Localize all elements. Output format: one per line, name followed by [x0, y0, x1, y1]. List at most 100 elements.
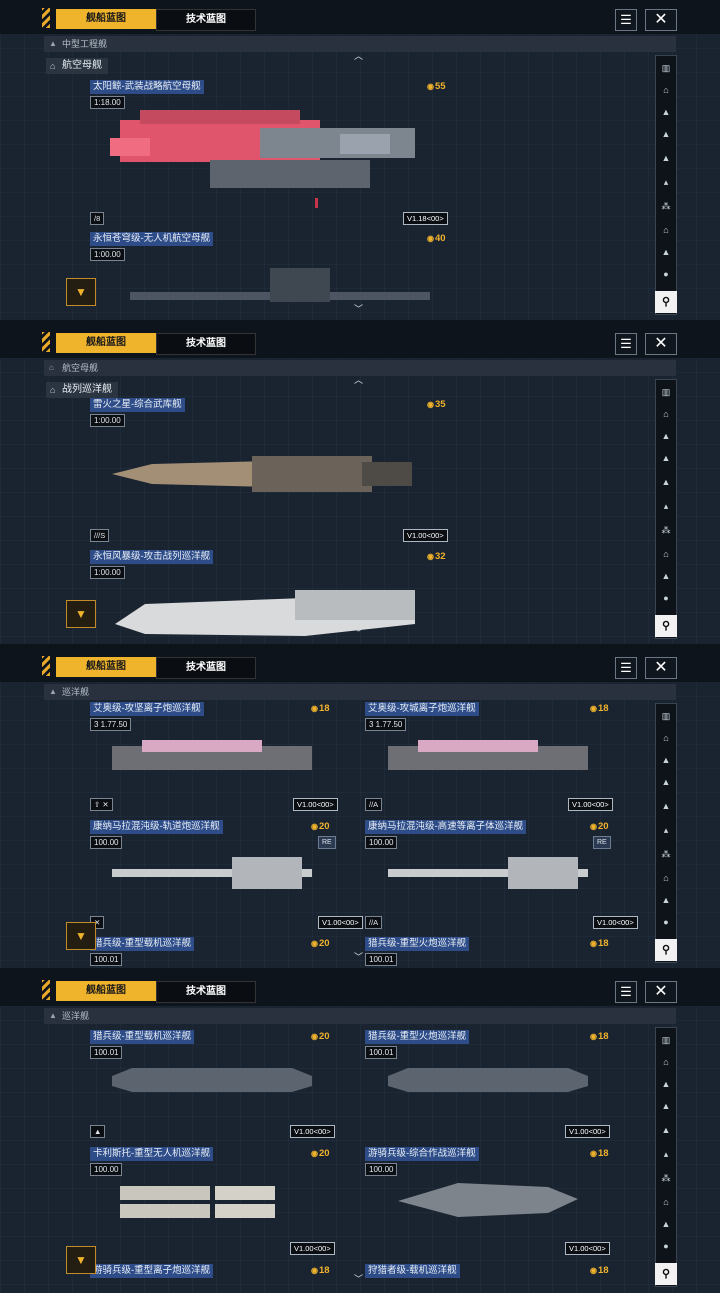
breadcrumb[interactable]: ▲ 巡洋舰: [44, 1008, 676, 1024]
ship-name[interactable]: 雷火之星-综合武库舰: [90, 398, 185, 412]
ship-image[interactable]: [112, 853, 312, 893]
sidebar-item-5[interactable]: ▲: [656, 148, 676, 168]
faction-filter-button[interactable]: ▼: [66, 1246, 96, 1274]
sidebar-item-7[interactable]: ⁂: [656, 844, 676, 864]
ship-name[interactable]: 康纳马拉混沌级-轨道炮巡洋舰: [90, 820, 223, 834]
sidebar-item-2[interactable]: ⌂: [656, 404, 676, 424]
tab-tech-blueprints[interactable]: 技术蓝图: [156, 981, 256, 1003]
ship-name[interactable]: 狩猎者级-载机巡洋舰: [365, 1264, 460, 1278]
ship-name[interactable]: 猎兵级-重型火炮巡洋舰: [365, 1030, 470, 1044]
ship-name[interactable]: 永恒苍穹级-无人机航空母舰: [90, 232, 214, 246]
ship-name[interactable]: 永恒风暴级-攻击战列巡洋舰: [90, 550, 214, 564]
ship-image[interactable]: [112, 736, 312, 780]
sidebar-item-2[interactable]: ⌂: [656, 80, 676, 100]
sidebar-item-4[interactable]: ▲: [656, 124, 676, 144]
sidebar-item-9[interactable]: ▲: [656, 566, 676, 586]
sidebar-item-1[interactable]: ▥: [656, 58, 676, 78]
list-button[interactable]: ☰: [615, 333, 637, 355]
ship-image[interactable]: [112, 1062, 312, 1096]
sidebar-item-7[interactable]: ⁂: [656, 196, 676, 216]
sidebar-item-7[interactable]: ⁂: [656, 1168, 676, 1188]
ship-name[interactable]: 猎兵级-重型载机巡洋舰: [90, 937, 195, 951]
scroll-down-icon[interactable]: ﹀: [354, 626, 363, 639]
sidebar-item-3[interactable]: ▲: [656, 102, 676, 122]
sidebar-item-9[interactable]: ▲: [656, 890, 676, 910]
tab-ship-blueprints[interactable]: 舰船蓝图: [56, 9, 156, 29]
sidebar-item-3[interactable]: ▲: [656, 426, 676, 446]
sidebar-item-5[interactable]: ▲: [656, 1120, 676, 1140]
faction-filter-button[interactable]: ▼: [66, 600, 96, 628]
sidebar-item-4[interactable]: ▲: [656, 448, 676, 468]
sidebar-item-6[interactable]: ▴: [656, 496, 676, 516]
ship-image[interactable]: [388, 736, 588, 780]
ship-image[interactable]: [388, 1062, 588, 1096]
ship-image[interactable]: [398, 1177, 578, 1223]
sidebar-item-5[interactable]: ▲: [656, 472, 676, 492]
sidebar-item-6[interactable]: ▴: [656, 1144, 676, 1164]
ship-name[interactable]: 游骑兵级-综合作战巡洋舰: [365, 1147, 479, 1161]
tab-tech-blueprints[interactable]: 技术蓝图: [156, 657, 256, 679]
sidebar-item-8[interactable]: ⌂: [656, 1192, 676, 1212]
ship-name[interactable]: 艾奥级-攻坚离子炮巡洋舰: [90, 702, 204, 716]
ship-name[interactable]: 康纳马拉混沌级-高速等离子体巡洋舰: [365, 820, 527, 834]
ship-image[interactable]: [115, 584, 415, 640]
sidebar-item-3[interactable]: ▲: [656, 750, 676, 770]
sidebar-item-7[interactable]: ⁂: [656, 520, 676, 540]
sidebar-item-6[interactable]: ▴: [656, 820, 676, 840]
ship-image[interactable]: [130, 262, 430, 310]
sidebar-item-9[interactable]: ▲: [656, 1214, 676, 1234]
ship-name[interactable]: 艾奥级-攻城离子炮巡洋舰: [365, 702, 479, 716]
ship-name[interactable]: 猎兵级-重型火炮巡洋舰: [365, 937, 470, 951]
faction-filter-button[interactable]: ▼: [66, 922, 96, 950]
ship-image[interactable]: [110, 98, 430, 208]
sidebar-item-2[interactable]: ⌂: [656, 1052, 676, 1072]
sidebar-item-1[interactable]: ▥: [656, 706, 676, 726]
tab-tech-blueprints[interactable]: 技术蓝图: [156, 333, 256, 355]
close-button[interactable]: ✕: [645, 9, 677, 31]
list-button[interactable]: ☰: [615, 657, 637, 679]
filter-button[interactable]: ⚲: [655, 939, 677, 961]
sidebar-item-4[interactable]: ▲: [656, 1096, 676, 1116]
scroll-up-icon[interactable]: ︿: [354, 49, 363, 62]
scroll-up-icon[interactable]: ︿: [354, 373, 363, 386]
sidebar-item-4[interactable]: ▲: [656, 772, 676, 792]
tab-ship-blueprints[interactable]: 舰船蓝图: [56, 333, 156, 353]
tab-tech-blueprints[interactable]: 技术蓝图: [156, 9, 256, 31]
breadcrumb[interactable]: ▲ 巡洋舰: [44, 684, 676, 700]
close-button[interactable]: ✕: [645, 657, 677, 679]
sidebar-item-10[interactable]: ●: [656, 588, 676, 608]
ship-image[interactable]: [112, 448, 412, 500]
list-button[interactable]: ☰: [615, 9, 637, 31]
scroll-down-icon[interactable]: ﹀: [354, 950, 363, 963]
sidebar-item-1[interactable]: ▥: [656, 382, 676, 402]
close-button[interactable]: ✕: [645, 981, 677, 1003]
tab-ship-blueprints[interactable]: 舰船蓝图: [56, 657, 156, 677]
faction-filter-button[interactable]: ▼: [66, 278, 96, 306]
sidebar-item-6[interactable]: ▴: [656, 172, 676, 192]
list-button[interactable]: ☰: [615, 981, 637, 1003]
ship-name[interactable]: 卡利斯托-重型无人机巡洋舰: [90, 1147, 214, 1161]
ship-name[interactable]: 太阳鲸-武装战略航空母舰: [90, 80, 204, 94]
sidebar-item-5[interactable]: ▲: [656, 796, 676, 816]
sidebar-item-3[interactable]: ▲: [656, 1074, 676, 1094]
sidebar-item-10[interactable]: ●: [656, 264, 676, 284]
ship-name[interactable]: 游骑兵级-重型离子炮巡洋舰: [90, 1264, 214, 1278]
filter-button[interactable]: ⚲: [655, 1263, 677, 1285]
scroll-down-icon[interactable]: ﹀: [354, 302, 363, 315]
sidebar-item-8[interactable]: ⌂: [656, 868, 676, 888]
sidebar-item-10[interactable]: ●: [656, 1236, 676, 1256]
sidebar-item-9[interactable]: ▲: [656, 242, 676, 262]
filter-button[interactable]: ⚲: [655, 291, 677, 313]
ship-name[interactable]: 猎兵级-重型载机巡洋舰: [90, 1030, 195, 1044]
ship-image[interactable]: [120, 1182, 310, 1222]
scroll-down-icon[interactable]: ﹀: [354, 1272, 363, 1285]
close-button[interactable]: ✕: [645, 333, 677, 355]
tab-ship-blueprints[interactable]: 舰船蓝图: [56, 981, 156, 1001]
sidebar-item-2[interactable]: ⌂: [656, 728, 676, 748]
sidebar-item-1[interactable]: ▥: [656, 1030, 676, 1050]
sidebar-item-10[interactable]: ●: [656, 912, 676, 932]
filter-button[interactable]: ⚲: [655, 615, 677, 637]
ship-image[interactable]: [388, 853, 588, 893]
sidebar-item-8[interactable]: ⌂: [656, 220, 676, 240]
sidebar-item-8[interactable]: ⌂: [656, 544, 676, 564]
